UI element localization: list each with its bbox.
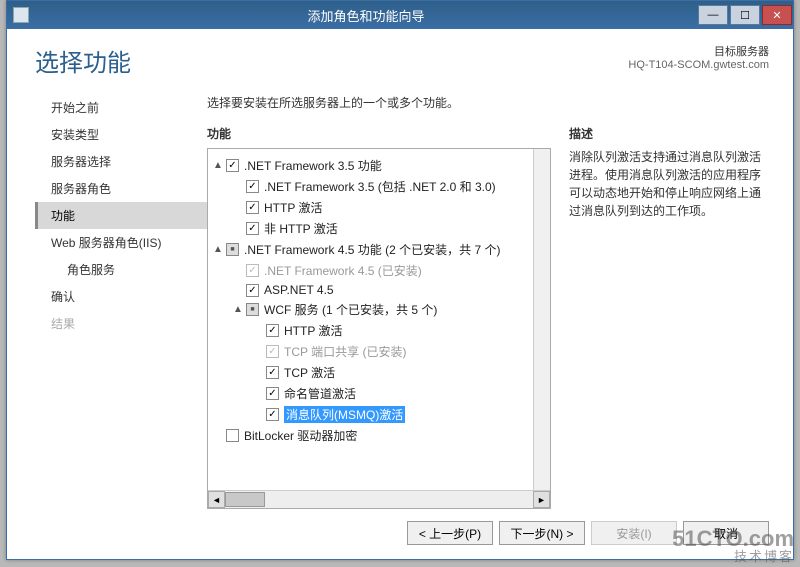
checkbox[interactable] <box>226 429 239 442</box>
checkbox <box>266 345 279 358</box>
checkbox[interactable] <box>226 243 239 256</box>
scroll-thumb[interactable] <box>225 492 265 507</box>
sidebar-item[interactable]: 开始之前 <box>35 94 207 121</box>
wizard-window: 添加角色和功能向导 — ☐ ✕ 选择功能 目标服务器 HQ-T104-SCOM.… <box>6 0 794 560</box>
tree-item[interactable]: TCP 端口共享 (已安装) <box>212 341 529 362</box>
sidebar-item[interactable]: 服务器选择 <box>35 148 207 175</box>
tree-item[interactable]: 非 HTTP 激活 <box>212 218 529 239</box>
checkbox[interactable] <box>266 366 279 379</box>
checkbox[interactable] <box>246 303 259 316</box>
checkbox[interactable] <box>266 324 279 337</box>
tree-item[interactable]: HTTP 激活 <box>212 320 529 341</box>
scroll-right-button[interactable]: ► <box>533 491 550 508</box>
sidebar-item[interactable]: 安装类型 <box>35 121 207 148</box>
sidebar-item: 结果 <box>35 310 207 337</box>
features-label: 功能 <box>207 125 551 142</box>
horizontal-scrollbar[interactable]: ◄ ► <box>208 490 550 508</box>
tree-item[interactable]: TCP 激活 <box>212 362 529 383</box>
instruction-text: 选择要安装在所选服务器上的一个或多个功能。 <box>207 94 769 111</box>
sidebar-item[interactable]: Web 服务器角色(IIS) <box>35 229 207 256</box>
minimize-button[interactable]: — <box>698 5 728 25</box>
tree-item[interactable]: ASP.NET 4.5 <box>212 281 529 299</box>
wizard-sidebar: 开始之前安装类型服务器选择服务器角色功能Web 服务器角色(IIS)角色服务确认… <box>7 88 207 509</box>
checkbox[interactable] <box>246 180 259 193</box>
tree-scroll[interactable]: ▲ .NET Framework 3.5 功能 .NET Framework 3.5… <box>208 149 533 490</box>
sidebar-item[interactable]: 确认 <box>35 283 207 310</box>
target-server-label: 目标服务器 <box>628 43 769 59</box>
tree-item-label: ASP.NET 4.5 <box>264 283 334 297</box>
tree-item-label: 非 HTTP 激活 <box>264 220 338 237</box>
expander-icon[interactable]: ▲ <box>212 160 224 171</box>
checkbox[interactable] <box>266 387 279 400</box>
next-button[interactable]: 下一步(N) > <box>499 521 585 545</box>
checkbox[interactable] <box>266 408 279 421</box>
page-title: 选择功能 <box>35 43 628 78</box>
tree-item[interactable]: ▲ .NET Framework 3.5 功能 <box>212 155 529 176</box>
vertical-scrollbar[interactable] <box>533 149 550 490</box>
tree-item[interactable]: 消息队列(MSMQ)激活 <box>212 404 529 425</box>
tree-item-label: WCF 服务 (1 个已安装，共 5 个) <box>264 301 437 318</box>
sidebar-item[interactable]: 服务器角色 <box>35 175 207 202</box>
tree-item[interactable]: 命名管道激活 <box>212 383 529 404</box>
tree-item-label: .NET Framework 4.5 功能 (2 个已安装，共 7 个) <box>244 241 500 258</box>
scroll-left-button[interactable]: ◄ <box>208 491 225 508</box>
install-button: 安装(I) <box>591 521 677 545</box>
tree-item-label: 命名管道激活 <box>284 385 356 402</box>
target-server-value: HQ-T104-SCOM.gwtest.com <box>628 59 769 71</box>
checkbox[interactable] <box>226 159 239 172</box>
tree-item-label: BitLocker 驱动器加密 <box>244 427 357 444</box>
checkbox[interactable] <box>246 284 259 297</box>
expander-icon[interactable]: ▲ <box>212 244 224 255</box>
checkbox[interactable] <box>246 201 259 214</box>
expander-icon[interactable]: ▲ <box>232 304 244 315</box>
tree-item-label: HTTP 激活 <box>264 199 322 216</box>
app-icon <box>13 7 29 23</box>
description-label: 描述 <box>569 125 769 142</box>
tree-item[interactable]: ▲ .NET Framework 4.5 功能 (2 个已安装，共 7 个) <box>212 239 529 260</box>
features-tree: ▲ .NET Framework 3.5 功能 .NET Framework 3.5… <box>207 148 551 509</box>
tree-item-label: .NET Framework 3.5 功能 <box>244 157 382 174</box>
tree-item-label: .NET Framework 4.5 (已安装) <box>264 262 422 279</box>
previous-button[interactable]: < 上一步(P) <box>407 521 493 545</box>
tree-item-label: TCP 激活 <box>284 364 335 381</box>
tree-item-label: HTTP 激活 <box>284 322 342 339</box>
tree-item[interactable]: ▲ WCF 服务 (1 个已安装，共 5 个) <box>212 299 529 320</box>
sidebar-item[interactable]: 功能 <box>35 202 207 229</box>
sidebar-item[interactable]: 角色服务 <box>35 256 207 283</box>
close-button[interactable]: ✕ <box>762 5 792 25</box>
target-server-info: 目标服务器 HQ-T104-SCOM.gwtest.com <box>628 43 769 71</box>
description-text: 消除队列激活支持通过消息队列激活进程。使用消息队列激活的应用程序可以动态地开始和… <box>569 148 769 220</box>
checkbox[interactable] <box>246 222 259 235</box>
tree-item-label: 消息队列(MSMQ)激活 <box>284 406 405 423</box>
cancel-button[interactable]: 取消 <box>683 521 769 545</box>
tree-item[interactable]: .NET Framework 3.5 (包括 .NET 2.0 和 3.0) <box>212 176 529 197</box>
scroll-track[interactable] <box>225 492 533 507</box>
tree-item-label: TCP 端口共享 (已安装) <box>284 343 406 360</box>
titlebar: 添加角色和功能向导 — ☐ ✕ <box>7 1 793 29</box>
maximize-button[interactable]: ☐ <box>730 5 760 25</box>
checkbox <box>246 264 259 277</box>
tree-item[interactable]: .NET Framework 4.5 (已安装) <box>212 260 529 281</box>
tree-item-label: .NET Framework 3.5 (包括 .NET 2.0 和 3.0) <box>264 178 496 195</box>
window-title: 添加角色和功能向导 <box>35 6 697 25</box>
tree-item[interactable]: BitLocker 驱动器加密 <box>212 425 529 446</box>
tree-item[interactable]: HTTP 激活 <box>212 197 529 218</box>
